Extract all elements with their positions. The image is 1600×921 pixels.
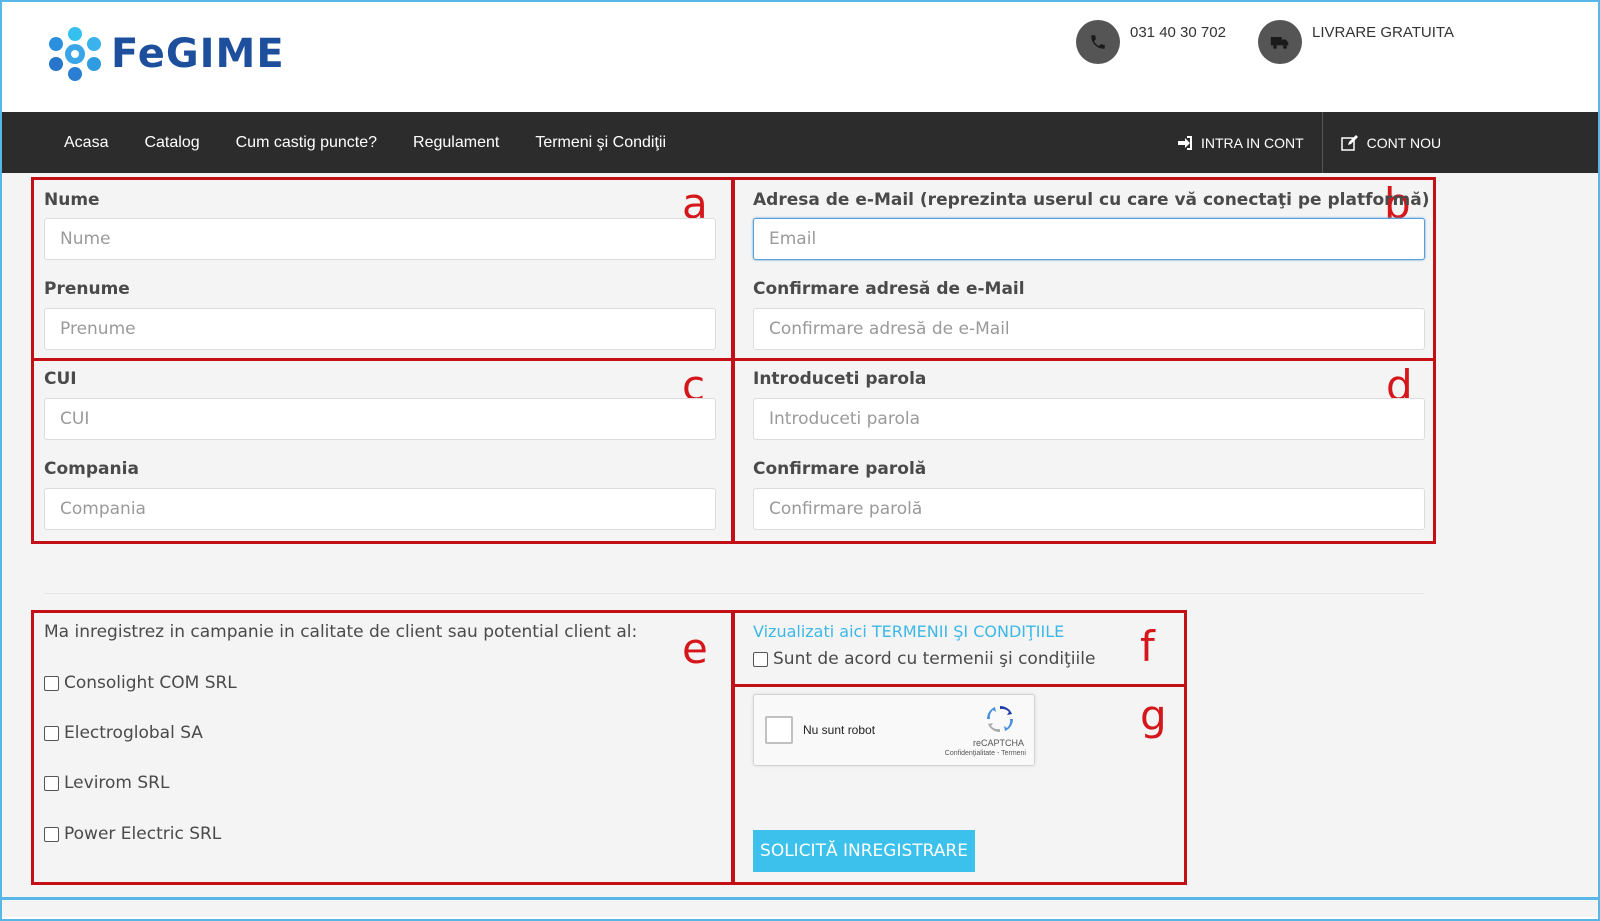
company-option[interactable]: Electroglobal SA (44, 723, 203, 743)
recaptcha-brand: reCAPTCHA (972, 738, 1024, 748)
cui-input[interactable] (44, 398, 716, 440)
company-option[interactable]: Levirom SRL (44, 773, 169, 793)
register-label: CONT NOU (1366, 134, 1442, 151)
phone-icon (1076, 20, 1120, 64)
company-option-label: Power Electric SRL (64, 824, 222, 844)
company-option[interactable]: Consolight COM SRL (44, 673, 237, 693)
register-link[interactable]: CONT NOU (1340, 134, 1442, 151)
phone-number: 031 40 30 702 (1130, 24, 1226, 41)
section-separator (44, 593, 1424, 594)
company-checkbox[interactable] (44, 675, 59, 691)
terms-agree[interactable]: Sunt de acord cu termenii şi condiţiile (753, 649, 1095, 669)
contact-phone: 031 40 30 702 (1076, 20, 1226, 64)
company-option-label: Consolight COM SRL (64, 673, 237, 693)
bottom-border (2, 897, 1598, 900)
company-checkbox[interactable] (44, 775, 59, 791)
nav-item-acasa[interactable]: Acasa (64, 134, 108, 152)
nav-item-cum-castig[interactable]: Cum castig puncte? (236, 134, 377, 152)
annotation-letter-g: g (1140, 691, 1167, 740)
recaptcha-icon (987, 706, 1013, 732)
prenume-label: Prenume (44, 279, 130, 299)
annotation-letter-f: f (1140, 622, 1155, 671)
email-input[interactable] (753, 218, 1425, 260)
nume-label: Nume (44, 190, 100, 210)
logo-text: FeGIME (111, 31, 285, 77)
terms-link[interactable]: Vizualizati aici TERMENII ŞI CONDIŢIILE (753, 622, 1064, 641)
submit-button[interactable]: SOLICITĂ INREGISTRARE (753, 830, 975, 872)
compania-label: Compania (44, 459, 139, 479)
prenume-input[interactable] (44, 308, 716, 350)
parola-confirm-label: Confirmare parolă (753, 459, 927, 479)
nav-item-termeni[interactable]: Termeni şi Condiţii (535, 134, 666, 152)
nav-divider (1321, 112, 1323, 173)
logo[interactable]: FeGIME (47, 26, 285, 82)
cui-label: CUI (44, 369, 77, 389)
company-checkbox[interactable] (44, 725, 59, 741)
terms-checkbox[interactable] (753, 651, 768, 667)
campaign-label: Ma inregistrez in campanie in calitate d… (44, 622, 638, 642)
nav-item-regulament[interactable]: Regulament (413, 134, 499, 152)
recaptcha-widget: Nu sunt robot reCAPTCHA Confidenţialitat… (753, 694, 1035, 766)
sign-in-icon (1178, 135, 1192, 150)
annotation-letter-e: e (682, 624, 708, 673)
contact-shipping: LIVRARE GRATUITA (1258, 20, 1454, 64)
login-link[interactable]: INTRA IN CONT (1177, 135, 1304, 151)
email-confirm-label: Confirmare adresă de e-Mail (753, 279, 1025, 299)
company-checkbox[interactable] (44, 826, 59, 842)
nume-input[interactable] (44, 218, 716, 260)
parola-input[interactable] (753, 398, 1425, 440)
company-option[interactable]: Power Electric SRL (44, 824, 221, 844)
nav-item-catalog[interactable]: Catalog (144, 134, 199, 152)
recaptcha-checkbox[interactable] (765, 716, 793, 744)
recaptcha-privacy[interactable]: Confidenţialitate - Termeni (926, 750, 1026, 757)
parola-label: Introduceti parola (753, 369, 927, 389)
login-label: INTRA IN CONT (1201, 134, 1304, 151)
email-label: Adresa de e-Mail (reprezinta userul cu c… (753, 190, 1430, 210)
site-header: FeGIME 031 40 30 702 LIVRARE GRATUITA (2, 2, 1598, 112)
parola-confirm-input[interactable] (753, 488, 1425, 530)
recaptcha-label: Nu sunt robot (803, 723, 876, 737)
company-option-label: Levirom SRL (64, 773, 170, 793)
main-nav: Acasa Catalog Cum castig puncte? Regulam… (2, 112, 1598, 173)
logo-icon (49, 27, 101, 81)
truck-icon (1258, 20, 1302, 64)
terms-agree-label: Sunt de acord cu termenii şi condiţiile (773, 649, 1096, 669)
registration-form: a Nume Prenume b Adresa de e-Mail (repre… (2, 173, 1598, 917)
shipping-text: LIVRARE GRATUITA (1312, 24, 1454, 41)
company-option-label: Electroglobal SA (64, 723, 203, 743)
email-confirm-input[interactable] (753, 308, 1425, 350)
edit-icon (1340, 134, 1358, 151)
compania-input[interactable] (44, 488, 716, 530)
